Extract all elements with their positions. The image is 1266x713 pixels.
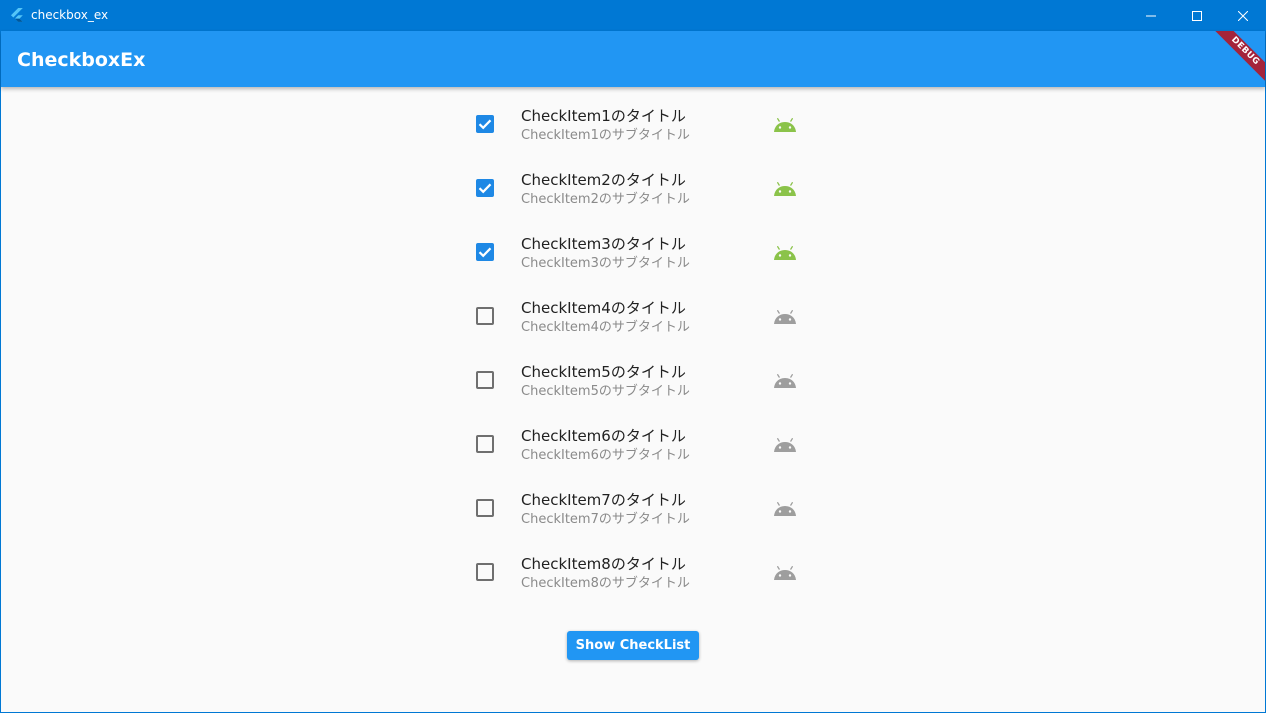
android-icon <box>773 562 797 586</box>
android-icon <box>773 434 797 458</box>
list-item[interactable]: CheckItem1のタイトル CheckItem1のサブタイトル <box>466 102 816 166</box>
item-title: CheckItem5のタイトル <box>521 363 686 381</box>
checkbox[interactable] <box>476 435 494 453</box>
item-subtitle: CheckItem3のサブタイトル <box>521 256 690 271</box>
debug-banner: DEBUG <box>1193 31 1265 87</box>
show-checklist-button[interactable]: Show CheckList <box>567 631 699 660</box>
minimize-icon <box>1146 11 1156 21</box>
android-icon <box>773 306 797 330</box>
app-bar: CheckboxEx <box>1 31 1265 87</box>
page-title: CheckboxEx <box>17 49 146 71</box>
item-subtitle: CheckItem6のサブタイトル <box>521 448 690 463</box>
checkbox[interactable] <box>476 307 494 325</box>
list-item[interactable]: CheckItem5のタイトル CheckItem5のサブタイトル <box>466 358 816 422</box>
item-subtitle: CheckItem5のサブタイトル <box>521 384 690 399</box>
list-item[interactable]: CheckItem2のタイトル CheckItem2のサブタイトル <box>466 166 816 230</box>
item-title: CheckItem7のタイトル <box>521 491 686 509</box>
android-icon <box>773 498 797 522</box>
list-item[interactable]: CheckItem7のタイトル CheckItem7のサブタイトル <box>466 486 816 550</box>
close-icon <box>1238 10 1248 21</box>
window-title: checkbox_ex <box>31 8 109 22</box>
item-subtitle: CheckItem7のサブタイトル <box>521 512 690 527</box>
maximize-button[interactable] <box>1174 0 1220 31</box>
item-subtitle: CheckItem1のサブタイトル <box>521 128 690 143</box>
list-item[interactable]: CheckItem3のタイトル CheckItem3のサブタイトル <box>466 230 816 294</box>
list-item[interactable]: CheckItem4のタイトル CheckItem4のサブタイトル <box>466 294 816 358</box>
item-title: CheckItem2のタイトル <box>521 171 686 189</box>
checkbox-list: CheckItem1のタイトル CheckItem1のサブタイトル CheckI… <box>1 87 1265 712</box>
checkbox[interactable] <box>476 499 494 517</box>
close-button[interactable] <box>1220 0 1266 31</box>
item-title: CheckItem3のタイトル <box>521 235 686 253</box>
minimize-button[interactable] <box>1128 0 1174 31</box>
debug-label: DEBUG <box>1206 31 1265 87</box>
item-subtitle: CheckItem4のサブタイトル <box>521 320 690 335</box>
item-title: CheckItem6のタイトル <box>521 427 686 445</box>
android-icon <box>773 114 797 138</box>
item-subtitle: CheckItem8のサブタイトル <box>521 576 690 591</box>
checkbox[interactable] <box>476 371 494 389</box>
android-icon <box>773 370 797 394</box>
checkbox[interactable] <box>476 179 494 197</box>
item-subtitle: CheckItem2のサブタイトル <box>521 192 690 207</box>
android-icon <box>773 178 797 202</box>
item-title: CheckItem1のタイトル <box>521 107 686 125</box>
checkbox[interactable] <box>476 115 494 133</box>
flutter-logo-icon <box>9 7 25 23</box>
checkbox[interactable] <box>476 243 494 261</box>
list-item[interactable]: CheckItem8のタイトル CheckItem8のサブタイトル <box>466 550 816 614</box>
window-titlebar: checkbox_ex <box>0 0 1266 31</box>
item-title: CheckItem8のタイトル <box>521 555 686 573</box>
checkbox[interactable] <box>476 563 494 581</box>
maximize-icon <box>1192 10 1202 21</box>
item-title: CheckItem4のタイトル <box>521 299 686 317</box>
android-icon <box>773 242 797 266</box>
list-item[interactable]: CheckItem6のタイトル CheckItem6のサブタイトル <box>466 422 816 486</box>
